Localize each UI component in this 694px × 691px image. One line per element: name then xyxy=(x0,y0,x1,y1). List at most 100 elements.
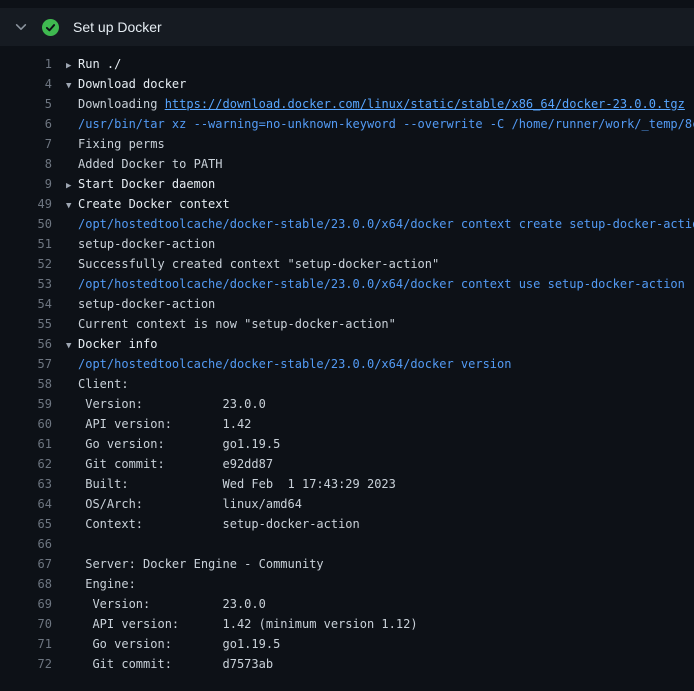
log-line: 8 Added Docker to PATH xyxy=(0,154,694,174)
log-group-line[interactable]: 1 ▶Run ./ xyxy=(0,54,694,74)
log-group-line[interactable]: 4 ▼Download docker xyxy=(0,74,694,94)
log-group-line[interactable]: 56 ▼Docker info xyxy=(0,334,694,354)
log-text: Git commit: d7573ab xyxy=(78,657,273,671)
log-group-line[interactable]: 49 ▼Create Docker context xyxy=(0,194,694,214)
line-number[interactable]: 54 xyxy=(0,294,52,314)
log-text: API version: 1.42 (minimum version 1.12) xyxy=(78,617,418,631)
line-number[interactable]: 9 xyxy=(0,174,52,194)
log-line: 67 Server: Docker Engine - Community xyxy=(0,554,694,574)
line-number[interactable]: 53 xyxy=(0,274,52,294)
line-content: API version: 1.42 (minimum version 1.12) xyxy=(52,614,694,634)
log-text: Successfully created context "setup-dock… xyxy=(78,257,439,271)
log-text: Current context is now "setup-docker-act… xyxy=(78,317,396,331)
line-number[interactable]: 65 xyxy=(0,514,52,534)
log-line: 52 Successfully created context "setup-d… xyxy=(0,254,694,274)
log-line: 72 Git commit: d7573ab xyxy=(0,654,694,674)
log-link[interactable]: https://download.docker.com/linux/static… xyxy=(165,97,685,111)
line-number[interactable]: 71 xyxy=(0,634,52,654)
log-line: 55 Current context is now "setup-docker-… xyxy=(0,314,694,334)
line-number[interactable]: 8 xyxy=(0,154,52,174)
log-area: 1 ▶Run ./ 4 ▼Download docker 5 Downloadi… xyxy=(0,46,694,674)
line-number[interactable]: 62 xyxy=(0,454,52,474)
line-content: Context: setup-docker-action xyxy=(52,514,694,534)
check-circle-icon xyxy=(42,19,59,36)
line-content: Added Docker to PATH xyxy=(52,154,694,174)
log-line: 69 Version: 23.0.0 xyxy=(0,594,694,614)
chevron-down-icon: ▼ xyxy=(66,336,78,354)
chevron-down-icon[interactable] xyxy=(14,20,28,34)
line-number[interactable]: 59 xyxy=(0,394,52,414)
log-text: Server: Docker Engine - Community xyxy=(78,557,324,571)
line-number[interactable]: 7 xyxy=(0,134,52,154)
line-number[interactable]: 70 xyxy=(0,614,52,634)
line-number[interactable]: 51 xyxy=(0,234,52,254)
log-line: 59 Version: 23.0.0 xyxy=(0,394,694,414)
line-number[interactable]: 72 xyxy=(0,654,52,674)
log-text: Version: 23.0.0 xyxy=(78,397,266,411)
line-number[interactable]: 5 xyxy=(0,94,52,114)
line-number[interactable]: 4 xyxy=(0,74,52,94)
line-content: Current context is now "setup-docker-act… xyxy=(52,314,694,334)
step-header[interactable]: Set up Docker xyxy=(0,8,694,46)
line-number[interactable]: 68 xyxy=(0,574,52,594)
log-text: Client: xyxy=(78,377,129,391)
log-line: 54 setup-docker-action xyxy=(0,294,694,314)
line-content: Version: 23.0.0 xyxy=(52,394,694,414)
line-content: Server: Docker Engine - Community xyxy=(52,554,694,574)
group-title: Docker info xyxy=(78,337,157,351)
line-number[interactable]: 50 xyxy=(0,214,52,234)
line-number[interactable]: 66 xyxy=(0,534,52,554)
line-content: Go version: go1.19.5 xyxy=(52,634,694,654)
line-number[interactable]: 67 xyxy=(0,554,52,574)
line-content: Successfully created context "setup-dock… xyxy=(52,254,694,274)
log-text: Context: setup-docker-action xyxy=(78,517,360,531)
line-content: OS/Arch: linux/amd64 xyxy=(52,494,694,514)
line-content: setup-docker-action xyxy=(52,234,694,254)
line-content: ▶Run ./ xyxy=(52,54,694,74)
log-line: 70 API version: 1.42 (minimum version 1.… xyxy=(0,614,694,634)
line-number[interactable]: 69 xyxy=(0,594,52,614)
line-content: Git commit: d7573ab xyxy=(52,654,694,674)
log-text: Go version: go1.19.5 xyxy=(78,437,280,451)
log-line: 68 Engine: xyxy=(0,574,694,594)
log-line: 6 /usr/bin/tar xz --warning=no-unknown-k… xyxy=(0,114,694,134)
log-text: Version: 23.0.0 xyxy=(78,597,266,611)
group-title: Download docker xyxy=(78,77,186,91)
line-content: Go version: go1.19.5 xyxy=(52,434,694,454)
line-content: /opt/hostedtoolcache/docker-stable/23.0.… xyxy=(52,274,694,294)
log-line: 60 API version: 1.42 xyxy=(0,414,694,434)
line-content: ▼Download docker xyxy=(52,74,694,94)
chevron-down-icon: ▼ xyxy=(66,196,78,214)
log-line: 66 xyxy=(0,534,694,554)
line-content xyxy=(52,534,694,554)
line-number[interactable]: 60 xyxy=(0,414,52,434)
line-number[interactable]: 61 xyxy=(0,434,52,454)
line-number[interactable]: 58 xyxy=(0,374,52,394)
log-line: 58 Client: xyxy=(0,374,694,394)
log-text: Downloading xyxy=(78,97,165,111)
log-text: Go version: go1.19.5 xyxy=(78,637,280,651)
log-group-line[interactable]: 9 ▶Start Docker daemon xyxy=(0,174,694,194)
line-number[interactable]: 63 xyxy=(0,474,52,494)
line-number[interactable]: 57 xyxy=(0,354,52,374)
group-title: Create Docker context xyxy=(78,197,230,211)
line-content: ▶Start Docker daemon xyxy=(52,174,694,194)
line-content: Git commit: e92dd87 xyxy=(52,454,694,474)
line-content: API version: 1.42 xyxy=(52,414,694,434)
log-text: setup-docker-action xyxy=(78,297,215,311)
line-number[interactable]: 6 xyxy=(0,114,52,134)
line-number[interactable]: 55 xyxy=(0,314,52,334)
line-number[interactable]: 1 xyxy=(0,54,52,74)
line-content: Built: Wed Feb 1 17:43:29 2023 xyxy=(52,474,694,494)
line-number[interactable]: 52 xyxy=(0,254,52,274)
line-number[interactable]: 56 xyxy=(0,334,52,354)
log-line: 61 Go version: go1.19.5 xyxy=(0,434,694,454)
group-title: Run ./ xyxy=(78,57,121,71)
line-number[interactable]: 64 xyxy=(0,494,52,514)
chevron-down-icon: ▼ xyxy=(66,76,78,94)
line-content: Version: 23.0.0 xyxy=(52,594,694,614)
line-content: /usr/bin/tar xz --warning=no-unknown-key… xyxy=(52,114,694,134)
line-number[interactable]: 49 xyxy=(0,194,52,214)
log-line: 53 /opt/hostedtoolcache/docker-stable/23… xyxy=(0,274,694,294)
command-text: /opt/hostedtoolcache/docker-stable/23.0.… xyxy=(78,277,685,291)
